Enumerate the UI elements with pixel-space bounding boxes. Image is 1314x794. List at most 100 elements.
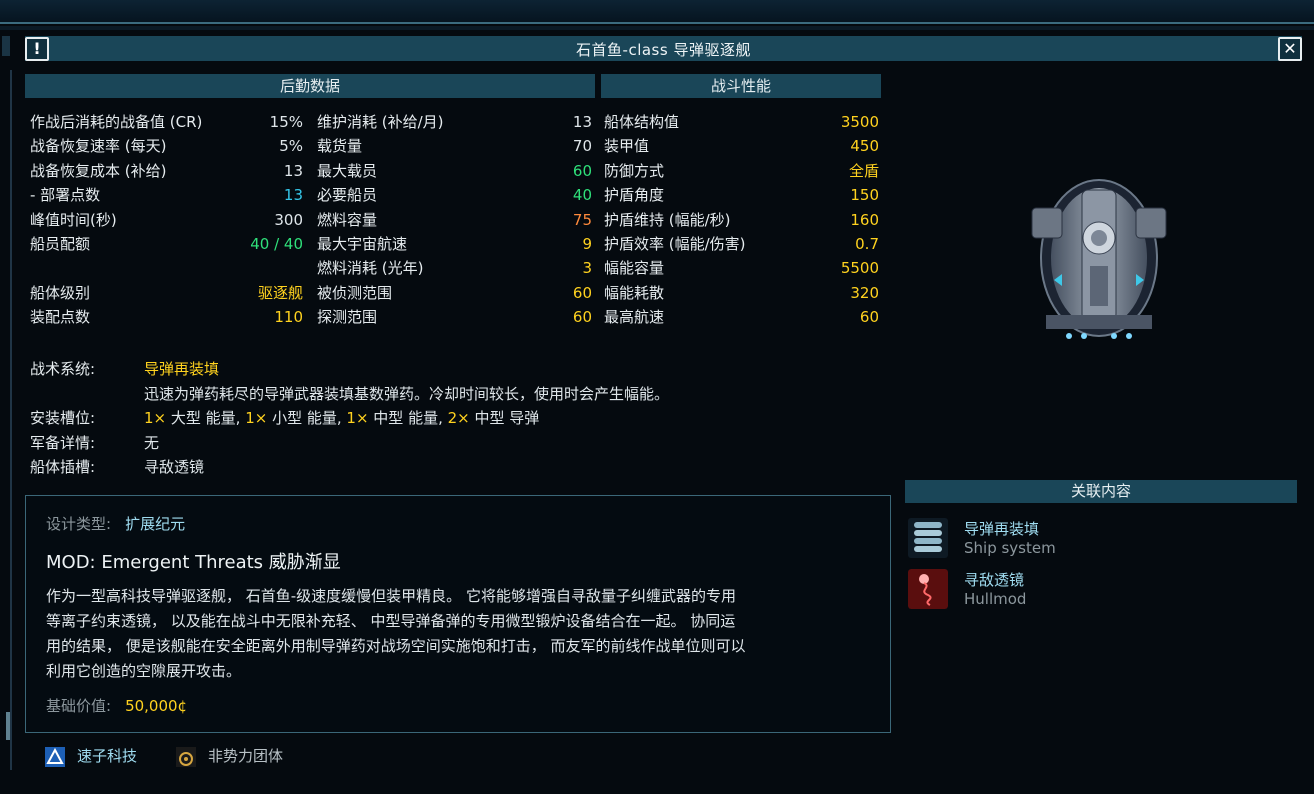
stat-label: 护盾效率 (幅能/伤害)	[604, 235, 746, 253]
description-panel: 设计类型: 扩展纪元 MOD: Emergent Threats 威胁渐显 作为一…	[25, 495, 891, 733]
stat-row: 被侦测范围 60	[317, 282, 592, 304]
mounts-row: 安装槽位: 1× 大型 能量, 1× 小型 能量, 1× 中型 能量, 2× 中型…	[30, 407, 539, 429]
price-row: 基础价值: 50,000¢	[46, 695, 187, 716]
stat-row: 幅能耗散 320	[604, 282, 879, 304]
stat-value: 60	[572, 161, 592, 180]
tactical-name[interactable]: 导弹再装填	[144, 360, 219, 378]
stat-label: 最高航速	[604, 308, 665, 327]
stat-label: 战备恢复成本 (补给)	[30, 161, 167, 180]
stat-row: 燃料消耗 (光年) 3	[317, 257, 592, 279]
stat-row: 燃料容量 75	[317, 209, 592, 231]
stat-row: 峰值时间(秒) 300	[30, 209, 303, 231]
stat-value: 5%	[279, 137, 303, 156]
price-value: 50,000¢	[125, 697, 188, 715]
stat-row: 探测范围 60	[317, 306, 592, 328]
related-title: 导弹再装填	[964, 520, 1040, 538]
stat-row: 最大宇宙航速 9	[317, 233, 592, 255]
logistics-header: 后勤数据	[25, 74, 595, 98]
window-titlebar: ! 石首鱼-class 导弹驱逐舰 ✕	[25, 36, 1302, 61]
hullmods-value[interactable]: 寻敌透镜	[144, 458, 204, 476]
tactical-system-row: 战术系统: 导弹再装填	[30, 358, 219, 380]
faction-tritachyon[interactable]: 速子科技	[45, 744, 137, 768]
mount-count: 1×	[144, 409, 167, 427]
mount-type: 小型 能量,	[267, 409, 347, 427]
stat-label: 作战后消耗的战备值 (CR)	[30, 113, 203, 131]
stat-label: 装配点数	[30, 308, 91, 327]
stat-label: 载货量	[317, 137, 363, 156]
stat-label: 峰值时间(秒)	[30, 210, 117, 229]
armaments-row: 军备详情: 无	[30, 432, 159, 454]
combat-header: 战斗性能	[601, 74, 881, 98]
tritachyon-icon	[45, 746, 65, 767]
scroll-indicator[interactable]	[6, 712, 10, 740]
stat-row: 护盾维持 (幅能/秒) 160	[604, 209, 879, 231]
stat-value: 60	[859, 308, 879, 327]
stat-value: 15%	[269, 113, 303, 131]
design-type-label: 设计类型:	[46, 515, 112, 533]
stat-row: - 部署点数 13	[30, 184, 303, 206]
left-frame-tab	[2, 36, 10, 56]
independent-icon	[176, 746, 196, 767]
stat-label: 护盾维持 (幅能/秒)	[604, 210, 731, 229]
stat-label: 必要船员	[317, 186, 378, 205]
stat-row: 装配点数 110	[30, 306, 303, 328]
tactical-desc: 迅速为弹药耗尽的导弹武器装填基数弹药。冷却时间较长，使用时会产生幅能。	[144, 385, 670, 403]
related-title: 寻敌透镜	[964, 571, 1025, 589]
stat-value: 160	[850, 210, 879, 229]
description-line: 用的结果， 便是该舰能在安全距离外用制导弹药对战场空间实施饱和打击， 而友军的前…	[46, 637, 746, 655]
window-title: 石首鱼-class 导弹驱逐舰	[576, 41, 751, 59]
tactical-label: 战术系统:	[30, 360, 96, 378]
stat-row: 船体结构值 3500	[604, 111, 879, 133]
stat-label: 护盾角度	[604, 186, 665, 205]
mount-count: 2×	[447, 409, 470, 427]
stat-row: 最大载员 60	[317, 160, 592, 182]
armaments-value: 无	[144, 434, 160, 452]
stat-row: 战备恢复速率 (每天) 5%	[30, 135, 303, 157]
ship-image	[1031, 179, 1167, 339]
stat-label: 探测范围	[317, 308, 378, 327]
stat-value: 5500	[840, 259, 879, 278]
stat-value: 13	[283, 186, 303, 205]
stat-row: 幅能容量 5500	[604, 257, 879, 279]
related-item-hullmod[interactable]: 寻敌透镜 Hullmod	[908, 569, 1298, 613]
price-label: 基础价值:	[46, 697, 112, 715]
faction-independent[interactable]: 非势力团体	[176, 744, 283, 768]
stat-label: 幅能耗散	[604, 283, 665, 302]
missile-reload-icon	[908, 518, 948, 558]
stat-row: 船员配额 40 / 40	[30, 233, 303, 255]
close-icon[interactable]: ✕	[1278, 37, 1302, 61]
stat-row: 载货量 70	[317, 135, 592, 157]
stat-value: 75	[572, 210, 592, 229]
stat-value: 110	[274, 308, 303, 327]
stat-value: 60	[572, 283, 592, 302]
stat-value: 450	[850, 137, 879, 156]
stat-value: 13	[572, 113, 592, 131]
stat-label: 防御方式	[604, 161, 665, 180]
description-line: 利用它创造的空隙展开攻击。	[46, 662, 242, 680]
related-item-ship-system[interactable]: 导弹再装填 Ship system	[908, 518, 1298, 562]
stat-label: 燃料消耗 (光年)	[317, 259, 424, 278]
stat-value: 150	[850, 186, 879, 205]
related-subtitle: Hullmod	[964, 590, 1027, 608]
hullmods-row: 船体插槽: 寻敌透镜	[30, 456, 204, 478]
stat-row: 最高航速 60	[604, 306, 879, 328]
mount-type: 中型 导弹	[469, 409, 540, 427]
stat-row: 护盾角度 150	[604, 184, 879, 206]
stat-value: 驱逐舰	[257, 283, 303, 302]
stat-label: 被侦测范围	[317, 283, 393, 302]
armaments-label: 军备详情:	[30, 434, 96, 452]
stat-value: 全盾	[848, 161, 879, 180]
stat-label: 维护消耗 (补给/月)	[317, 113, 444, 131]
stat-label: 战备恢复速率 (每天)	[30, 137, 167, 156]
description-line: 等离子约束透镜， 以及能在战斗中无限补充轻、 中型导弹备弹的专用微型锻炉设备结合…	[46, 612, 736, 630]
mount-type: 中型 能量,	[368, 409, 448, 427]
stat-value: 3500	[840, 113, 879, 131]
seeker-lens-icon	[908, 569, 948, 609]
description-line: 作为一型高科技导弹驱逐舰， 石首鱼-级速度缓慢但装甲精良。 它将能够增强自寻敌量…	[46, 587, 736, 605]
stat-value: 70	[572, 137, 592, 156]
stat-row: 防御方式 全盾	[604, 160, 879, 182]
design-type-row: 设计类型: 扩展纪元	[46, 513, 185, 534]
stat-row: 必要船员 40	[317, 184, 592, 206]
left-frame-line	[10, 70, 12, 770]
stat-label: 船体结构值	[604, 113, 680, 131]
